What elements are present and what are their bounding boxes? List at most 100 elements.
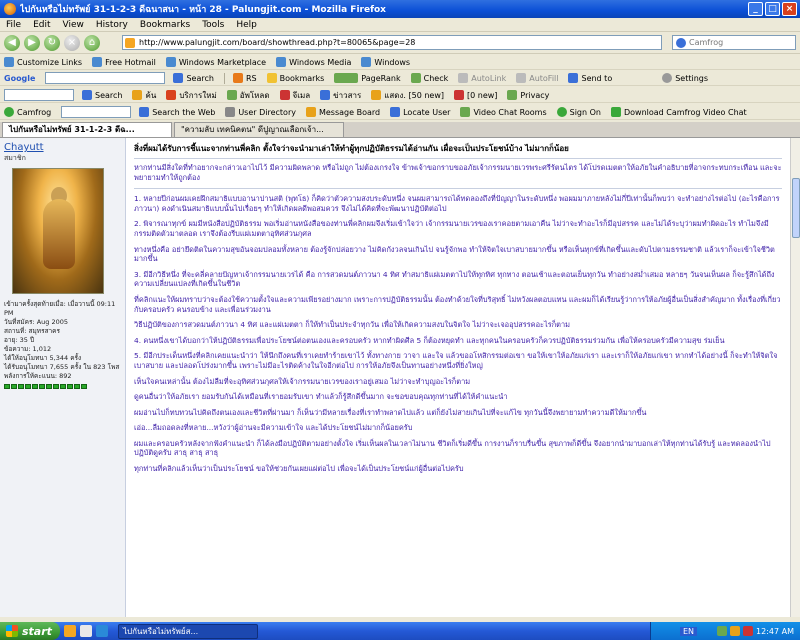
video-chat-rooms-button[interactable]: Video Chat Rooms bbox=[460, 107, 547, 117]
window-title-bar: ไปกันหรือไม่ทรัพย์ 31-1-2-3 ดีฉนาสนา - ห… bbox=[0, 0, 800, 18]
camfrog-search-input[interactable] bbox=[61, 106, 132, 118]
sign-on-button[interactable]: Sign On bbox=[556, 107, 601, 117]
start-button[interactable]: start bbox=[0, 622, 60, 640]
reputation-pip bbox=[4, 384, 10, 389]
bookmark-icon bbox=[92, 57, 103, 67]
alert-icon bbox=[454, 90, 464, 100]
minimize-button[interactable]: _ bbox=[748, 2, 763, 16]
send-icon bbox=[568, 73, 579, 83]
email-button[interactable]: จีเมล bbox=[279, 89, 310, 102]
bookmark-customize-links[interactable]: Customize Links bbox=[4, 57, 82, 67]
video-icon bbox=[460, 107, 471, 117]
privacy-button[interactable]: Privacy bbox=[507, 90, 549, 100]
ie-quicklaunch-icon[interactable] bbox=[96, 625, 108, 637]
thai-toolbar: Search ค้น บริการใหม่ อัพโหลด จีเมล ข่าว… bbox=[0, 88, 800, 103]
post-paragraph: ผมและครอบครัวหลังจากฟังคำแนะนำ ก็ได้ลงมื… bbox=[134, 438, 771, 458]
autolink-button[interactable]: AutoLink bbox=[458, 73, 506, 83]
search-placeholder: Camfrog bbox=[689, 38, 724, 47]
bookmarks-button[interactable]: Bookmarks bbox=[266, 73, 324, 83]
system-tray: EN 12:47 AM bbox=[650, 622, 800, 640]
menu-history[interactable]: History bbox=[96, 20, 128, 30]
notification-icon bbox=[371, 90, 382, 100]
windows-logo-icon bbox=[6, 625, 18, 637]
user-directory-button[interactable]: User Directory bbox=[225, 107, 296, 117]
separator bbox=[223, 72, 225, 84]
reputation-pip bbox=[81, 384, 87, 389]
google-search-input[interactable] bbox=[45, 72, 166, 84]
message-board-button[interactable]: Message Board bbox=[305, 107, 380, 117]
maximize-button[interactable]: □ bbox=[765, 2, 780, 16]
reputation-pip bbox=[46, 384, 52, 389]
reputation-bar bbox=[4, 384, 121, 389]
autofill-icon bbox=[516, 73, 527, 83]
locate-icon bbox=[390, 107, 401, 117]
menu-help[interactable]: Help bbox=[236, 20, 257, 30]
autolink-icon bbox=[458, 73, 469, 83]
new-services-button[interactable]: บริการใหม่ bbox=[166, 89, 217, 102]
post-body: สิ่งที่ผมได้รับการชี้แนะจากท่านพี่คลิก ต… bbox=[128, 138, 788, 617]
google-search-button[interactable]: Search bbox=[173, 73, 214, 83]
rs-button[interactable]: RS bbox=[232, 73, 257, 83]
antivirus-icon[interactable] bbox=[743, 626, 754, 636]
gear-icon bbox=[662, 73, 673, 83]
post-paragraph: ที่คลิกแนะให้ผมทราบว่าจะต้องใช้ความตั้งใ… bbox=[134, 294, 781, 314]
menu-tools[interactable]: Tools bbox=[202, 20, 224, 30]
search-box[interactable]: Camfrog bbox=[672, 35, 796, 50]
buddha-figure-icon bbox=[43, 199, 75, 269]
upload-button[interactable]: อัพโหลด bbox=[226, 89, 270, 102]
check-button[interactable]: Check bbox=[410, 73, 448, 83]
news-icon bbox=[320, 90, 331, 100]
users-icon bbox=[225, 107, 236, 117]
bookmark-free-hotmail[interactable]: Free Hotmail bbox=[92, 57, 156, 67]
network-icon[interactable] bbox=[717, 626, 728, 636]
toolbar-search-input[interactable] bbox=[4, 89, 74, 101]
search-engine-icon bbox=[676, 38, 686, 48]
vertical-scrollbar[interactable] bbox=[790, 138, 800, 617]
scrollbar-thumb[interactable] bbox=[792, 178, 800, 238]
menu-bookmarks[interactable]: Bookmarks bbox=[140, 20, 190, 30]
news-button[interactable]: ข่าวสาร bbox=[320, 89, 361, 102]
reload-button[interactable]: ↻ bbox=[44, 34, 60, 51]
settings-button[interactable]: Settings bbox=[662, 73, 708, 83]
zero-new-button[interactable]: [0 new] bbox=[454, 90, 497, 100]
user-info: เข้ามาครั้งสุดท้ายเมื่อ: เมื่อวานนี้ 09:… bbox=[4, 300, 121, 381]
bookmark-icon bbox=[4, 57, 14, 67]
menu-view[interactable]: View bbox=[63, 20, 84, 30]
taskbar-firefox-window[interactable]: ไปกันหรือไม่ทรัพย์ส... bbox=[118, 623, 258, 639]
windows-taskbar: start ไปกันหรือไม่ทรัพย์ส... EN 12:47 AM bbox=[0, 622, 800, 640]
toolbar-search-button[interactable]: Search bbox=[82, 90, 122, 100]
tab-secret-technique[interactable]: "ความลับ เทคนิคตน" ดีปูญาณเลือกเจ้า... bbox=[174, 122, 344, 137]
find-button[interactable]: ค้น bbox=[132, 89, 156, 102]
locate-user-button[interactable]: Locate User bbox=[390, 107, 450, 117]
username-link[interactable]: Chayutt bbox=[4, 142, 121, 153]
send-to-button[interactable]: Send to bbox=[568, 73, 612, 83]
download-camfrog-button[interactable]: Download Camfrog Video Chat bbox=[610, 107, 747, 117]
frog-icon bbox=[4, 107, 14, 117]
post-title: สิ่งที่ผมได้รับการชี้แนะจากท่านพี่คลิก ต… bbox=[134, 142, 782, 159]
volume-icon[interactable] bbox=[730, 626, 741, 636]
bookmark-windows[interactable]: Windows bbox=[361, 57, 410, 67]
autofill-button[interactable]: AutoFill bbox=[516, 73, 558, 83]
language-indicator[interactable]: EN bbox=[679, 626, 698, 636]
bookmark-icon bbox=[361, 57, 372, 67]
firefox-quicklaunch-icon[interactable] bbox=[64, 625, 76, 637]
home-button[interactable]: ⌂ bbox=[84, 34, 100, 51]
download-icon bbox=[610, 107, 621, 117]
search-web-button[interactable]: Search the Web bbox=[139, 107, 215, 117]
post-paragraph: 1. หลายปีก่อนผมเคยฝึกสมาธิแบบอานาปานสติ … bbox=[134, 194, 780, 213]
bookmark-windows-media[interactable]: Windows Media bbox=[276, 57, 351, 67]
display-new-button[interactable]: แสดง. [50 new] bbox=[371, 89, 444, 102]
url-bar[interactable]: http://www.palungjit.com/board/showthrea… bbox=[122, 35, 662, 50]
menu-edit[interactable]: Edit bbox=[33, 20, 50, 30]
bookmark-windows-marketplace[interactable]: Windows Marketplace bbox=[165, 57, 266, 67]
reputation-pip bbox=[39, 384, 45, 389]
show-desktop-icon[interactable] bbox=[80, 625, 92, 637]
reputation-pip bbox=[67, 384, 73, 389]
menu-file[interactable]: File bbox=[6, 20, 21, 30]
check-icon bbox=[410, 73, 421, 83]
close-button[interactable]: × bbox=[782, 2, 797, 16]
tab-current-thread[interactable]: ไปกันหรือไม่ทรัพย์ 31-1-2-3 ดีฉ... bbox=[2, 122, 172, 137]
back-button[interactable]: ◀ bbox=[4, 34, 20, 51]
forward-button[interactable]: ▶ bbox=[24, 34, 40, 51]
stop-button[interactable]: × bbox=[64, 34, 80, 51]
